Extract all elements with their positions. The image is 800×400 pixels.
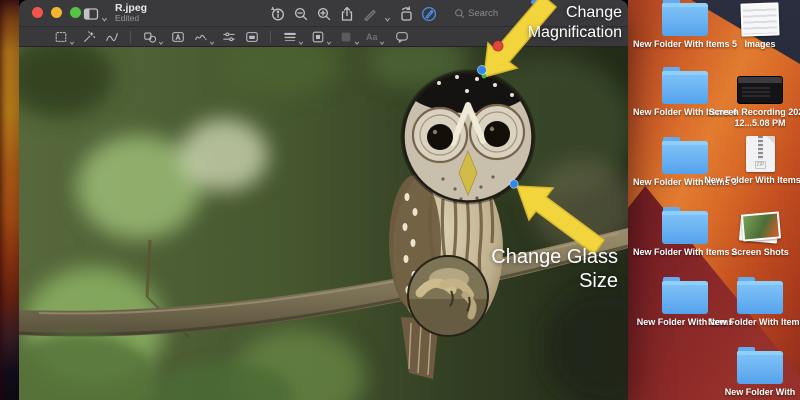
glass-size-callout: Change Glass Size bbox=[491, 246, 618, 293]
callout-line: Change bbox=[565, 4, 622, 21]
folder-icon bbox=[737, 347, 783, 384]
owl-photo-canvas bbox=[19, 47, 628, 400]
desktop-item-screenshots[interactable]: Screen Shots bbox=[704, 208, 800, 258]
chevron-down-icon[interactable] bbox=[69, 33, 75, 45]
sidebar-toggle-button[interactable] bbox=[82, 5, 108, 22]
chevron-down-icon[interactable] bbox=[379, 33, 385, 45]
document-status: Edited bbox=[115, 13, 140, 24]
line-style-button[interactable] bbox=[282, 29, 297, 44]
titlebar-actions bbox=[269, 0, 558, 27]
folder-icon bbox=[662, 137, 708, 174]
folder-icon bbox=[662, 0, 708, 36]
desktop-item-label: Screen Shots bbox=[731, 247, 789, 257]
traffic-lights bbox=[32, 7, 81, 18]
desktop-item-zip[interactable]: ZIP New Folder With Items.zip bbox=[704, 136, 800, 186]
text-style-button[interactable]: Aa bbox=[366, 29, 378, 44]
shapes-tool-button[interactable] bbox=[142, 29, 157, 44]
crop-frame-button[interactable] bbox=[244, 29, 259, 44]
zoom-out-button[interactable] bbox=[292, 5, 309, 22]
chevron-down-icon bbox=[101, 10, 108, 22]
wallpaper-left-strip bbox=[0, 0, 19, 400]
chevron-down-icon[interactable] bbox=[209, 33, 215, 45]
folder-icon bbox=[662, 277, 708, 314]
folder-icon bbox=[662, 67, 708, 104]
desktop-item-label: Screen Recording 2022-12...5.08 PM bbox=[708, 107, 800, 128]
instant-alpha-wand-icon[interactable] bbox=[81, 29, 96, 44]
chevron-down-icon[interactable] bbox=[158, 33, 164, 45]
desktop-item-folder-6[interactable]: New Folder With bbox=[704, 347, 800, 398]
chevron-down-icon[interactable] bbox=[384, 10, 391, 22]
callout-line: Magnification bbox=[527, 24, 622, 42]
rotate-button[interactable] bbox=[397, 5, 414, 22]
wallpaper-maroon-band bbox=[628, 186, 800, 400]
desktop-item-screen-recording[interactable]: Screen Recording 2022-12...5.08 PM bbox=[704, 68, 800, 129]
desktop-item-images[interactable]: Images bbox=[704, 0, 800, 50]
magnification-callout: Change Magnification bbox=[528, 3, 622, 44]
sign-tool-button[interactable] bbox=[193, 29, 208, 44]
chevron-down-icon[interactable] bbox=[326, 33, 332, 45]
chevron-down-icon[interactable] bbox=[354, 33, 360, 45]
annotate-bubble-button[interactable] bbox=[395, 29, 410, 44]
desktop-item-label: New Folder With Items.zip bbox=[704, 175, 800, 185]
selection-tool-button[interactable] bbox=[53, 29, 68, 44]
zoom-window-button[interactable] bbox=[70, 7, 81, 18]
chevron-down-icon[interactable] bbox=[298, 33, 304, 45]
callout-line: Size bbox=[579, 269, 618, 292]
text-tool-button[interactable] bbox=[170, 29, 185, 44]
zoom-in-button[interactable] bbox=[315, 5, 332, 22]
toolbar-separator bbox=[130, 30, 131, 43]
window-title: R.jpeg Edited bbox=[115, 2, 147, 24]
callout-line: Change Glass bbox=[491, 246, 618, 268]
desktop-item-label: New Folder With Items 7 bbox=[708, 317, 800, 327]
desktop-wallpaper bbox=[628, 0, 800, 400]
minimize-button[interactable] bbox=[51, 7, 62, 18]
image-file-icon bbox=[740, 2, 780, 37]
sketch-tool-button[interactable] bbox=[104, 29, 119, 44]
desktop-item-label: New Folder With bbox=[724, 387, 796, 397]
highlight-pencil-button[interactable] bbox=[361, 5, 378, 22]
close-button[interactable] bbox=[32, 7, 43, 18]
preview-window: R.jpeg Edited Search Aa bbox=[19, 0, 628, 400]
folder-icon bbox=[737, 277, 783, 314]
desktop-item-folder-7[interactable]: New Folder With Items 7 bbox=[704, 277, 800, 328]
search-icon bbox=[453, 8, 465, 20]
photo-stack-icon bbox=[738, 211, 782, 244]
folder-icon bbox=[662, 207, 708, 244]
sidebar-icon bbox=[82, 5, 99, 22]
border-color-button[interactable] bbox=[310, 29, 325, 44]
screen: R.jpeg Edited Search Aa Change Magnifica… bbox=[0, 0, 800, 400]
info-button[interactable] bbox=[269, 5, 286, 22]
adjust-sliders-button[interactable] bbox=[221, 29, 236, 44]
toolbar-separator bbox=[270, 30, 271, 43]
share-button[interactable] bbox=[338, 5, 355, 22]
zip-archive-icon: ZIP bbox=[745, 136, 775, 172]
screen-recording-icon bbox=[737, 76, 783, 104]
desktop-item-label: Images bbox=[744, 39, 776, 49]
zip-badge: ZIP bbox=[754, 161, 767, 169]
fill-color-button[interactable] bbox=[338, 29, 353, 44]
markup-toolbar-button[interactable] bbox=[420, 5, 437, 22]
